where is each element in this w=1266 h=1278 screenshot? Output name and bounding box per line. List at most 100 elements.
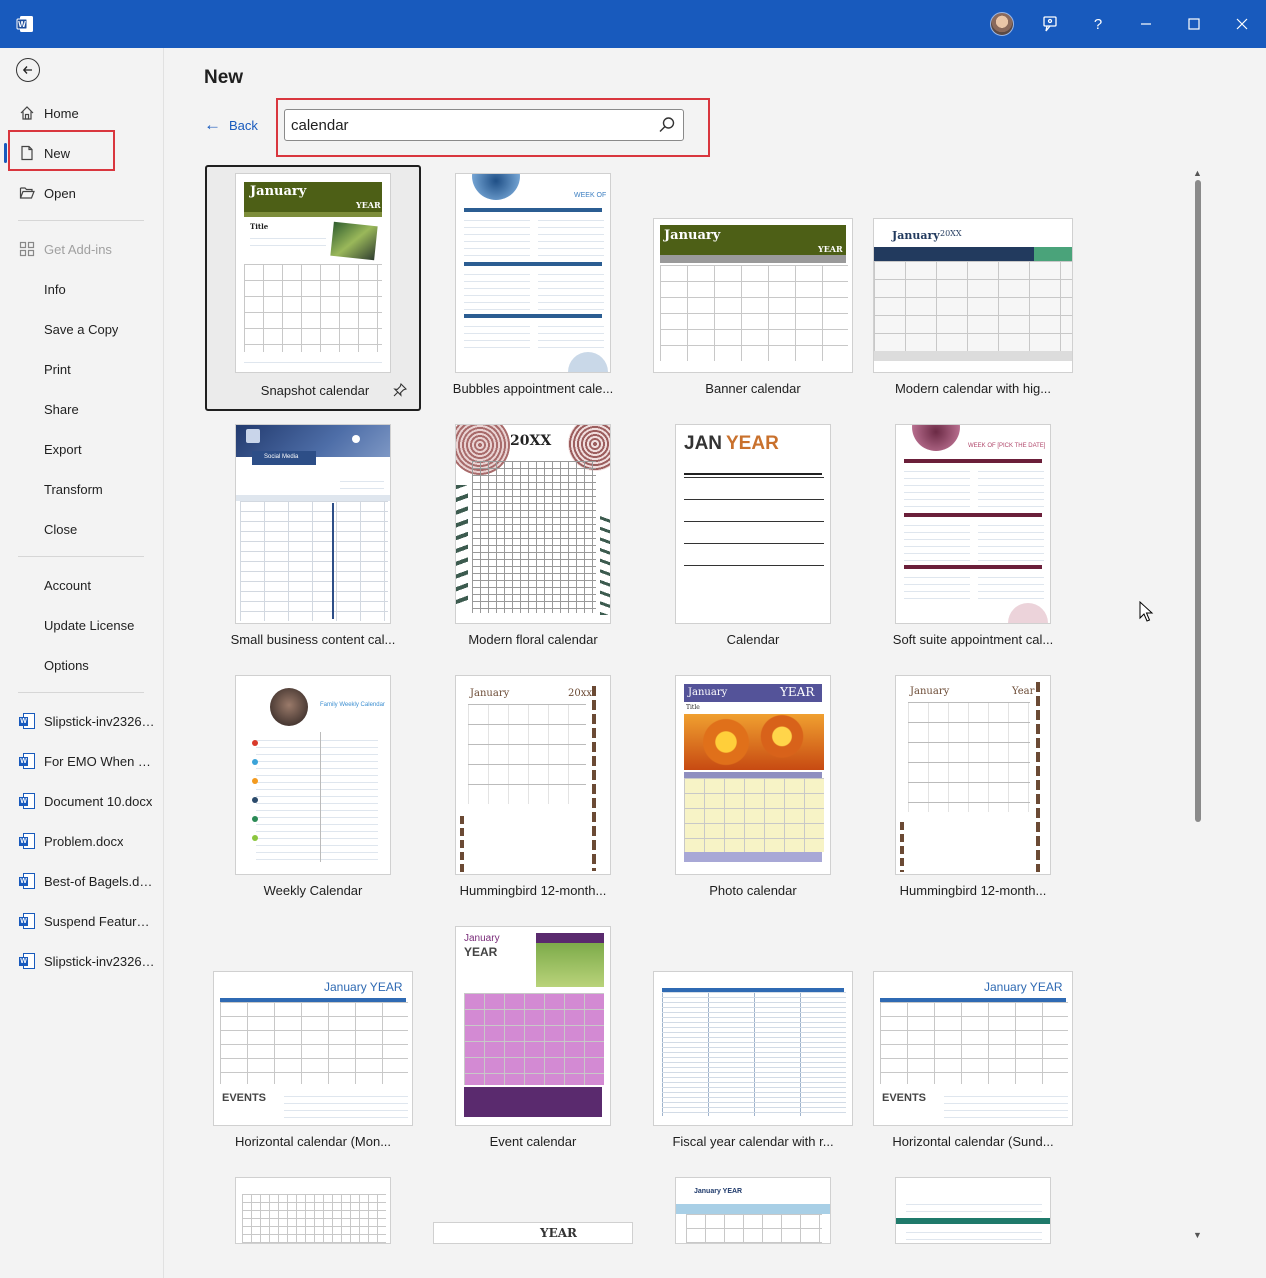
template-tile[interactable]: Social Media Small business content cal.… (205, 416, 421, 662)
recent-document-item[interactable]: W Best-of Bagels.docx (0, 861, 163, 901)
template-tile[interactable]: January 20xx Hummingbird 12-month... (425, 667, 641, 913)
sidebar-item-print[interactable]: Print (0, 349, 163, 389)
template-tile[interactable]: January YEAR EVENTS Horizontal calendar … (865, 918, 1081, 1164)
template-thumbnail[interactable]: January YEAR (675, 1177, 831, 1244)
template-tile[interactable]: WEEK OF Bubbles appointment cale... (425, 165, 641, 411)
template-thumbnail: January Year (895, 675, 1051, 875)
page-title: New (204, 67, 244, 88)
template-tile[interactable]: January YEAR Banner calendar (645, 165, 861, 411)
template-thumbnail: January 20XX (873, 218, 1073, 373)
template-tile[interactable]: January YEAR EVENTS Horizontal calendar … (205, 918, 421, 1164)
template-search-box[interactable] (284, 109, 684, 141)
word-document-icon: W (18, 872, 36, 890)
sidebar-item-home[interactable]: Home (0, 93, 163, 133)
sidebar-item-update-license[interactable]: Update License (0, 605, 163, 645)
maximize-icon[interactable] (1182, 12, 1206, 36)
template-thumbnail: Family Weekly Calendar (235, 675, 391, 875)
template-name: Fiscal year calendar with r... (672, 1134, 834, 1149)
template-thumbnail (653, 971, 853, 1126)
template-name: Event calendar (489, 1134, 577, 1149)
template-tile[interactable]: JAN YEAR Calendar (645, 416, 861, 662)
template-tile[interactable]: Fiscal year calendar with r... (645, 918, 861, 1164)
sidebar-item-info[interactable]: Info (0, 269, 163, 309)
sidebar-item-open[interactable]: Open (0, 173, 163, 213)
template-name: Calendar (726, 632, 780, 647)
template-tile[interactable]: WEEK OF [PICK THE DATE] Soft suite appoi… (865, 416, 1081, 662)
template-thumbnail: January YEAR Title (675, 675, 831, 875)
template-tile[interactable]: Family Weekly Calendar Weekly Calendar (205, 667, 421, 913)
recent-document-item[interactable]: W Slipstick-inv23266-... (0, 701, 163, 741)
close-icon[interactable] (1230, 12, 1254, 36)
template-tile[interactable]: January Year Hummingbird 12-month... (865, 667, 1081, 913)
new-highlight-box (8, 130, 115, 171)
template-thumbnail: WEEK OF (455, 173, 611, 373)
sidebar-item-account[interactable]: Account (0, 565, 163, 605)
feedback-icon[interactable] (1038, 12, 1062, 36)
template-name: Horizontal calendar (Mon... (234, 1134, 392, 1149)
template-thumbnail: JAN YEAR (675, 424, 831, 624)
search-icon[interactable] (657, 115, 677, 135)
pin-icon[interactable] (393, 382, 409, 399)
back-arrow-icon[interactable] (16, 58, 40, 82)
scroll-down-icon[interactable]: ▼ (1193, 1230, 1202, 1240)
template-thumbnail: January YEAR Title (235, 173, 391, 373)
svg-text:W: W (18, 20, 26, 29)
template-tile[interactable]: January YEAR Title Photo calendar (645, 667, 861, 913)
template-name: Banner calendar (705, 381, 801, 396)
sidebar-item-get-add-ins[interactable]: Get Add-ins (0, 229, 163, 269)
template-tile[interactable]: January YEAR Title Snapshot calendar (205, 165, 421, 411)
back-link[interactable]: ← Back (204, 114, 258, 136)
back-arrow-icon: ← (204, 115, 221, 134)
template-name: Horizontal calendar (Sund... (892, 1134, 1054, 1149)
sidebar-divider (18, 556, 144, 557)
recent-document-item[interactable]: W Document 10.docx (0, 781, 163, 821)
template-name: Hummingbird 12-month... (899, 883, 1047, 898)
word-document-icon: W (18, 752, 36, 770)
word-document-icon: W (18, 952, 36, 970)
minimize-icon[interactable] (1134, 12, 1158, 36)
scroll-up-icon[interactable]: ▲ (1193, 168, 1202, 178)
recent-document-item[interactable]: W Suspend Feature G... (0, 901, 163, 941)
sidebar-item-options[interactable]: Options (0, 645, 163, 685)
recent-document-item[interactable]: W Problem.docx (0, 821, 163, 861)
sidebar-item-share[interactable]: Share (0, 389, 163, 429)
recent-document-item[interactable]: W Slipstick-inv23265-... (0, 941, 163, 981)
template-name: Snapshot calendar (260, 383, 370, 398)
template-name: Small business content cal... (230, 632, 396, 647)
title-bar: W ? (0, 0, 1266, 48)
template-thumbnail: January YEAR EVENTS (213, 971, 413, 1126)
sidebar-item-close[interactable]: Close (0, 509, 163, 549)
add-ins-icon (18, 240, 36, 258)
template-name: Hummingbird 12-month... (459, 883, 607, 898)
template-name: Bubbles appointment cale... (452, 381, 614, 396)
template-thumbnail[interactable] (235, 1177, 391, 1244)
template-name: Photo calendar (709, 883, 797, 898)
help-icon[interactable]: ? (1086, 12, 1110, 36)
mouse-cursor-icon (1139, 600, 1155, 623)
recent-document-item[interactable]: W For EMO When will... (0, 741, 163, 781)
template-tile[interactable]: January YEAR Event calendar (425, 918, 641, 1164)
template-thumbnail: January 20xx (455, 675, 611, 875)
sidebar-item-export[interactable]: Export (0, 429, 163, 469)
selection-indicator (4, 143, 7, 163)
template-thumbnail[interactable] (895, 1177, 1051, 1244)
template-name: Soft suite appointment cal... (892, 632, 1054, 647)
template-thumbnail: January YEAR EVENTS (873, 971, 1073, 1126)
template-tile[interactable]: 20XX Modern floral calendar (425, 416, 641, 662)
scrollbar-thumb[interactable] (1195, 180, 1201, 822)
sidebar-item-save-a-copy[interactable]: Save a Copy (0, 309, 163, 349)
template-thumbnail[interactable]: YEAR (433, 1222, 633, 1244)
template-thumbnail: WEEK OF [PICK THE DATE] (895, 424, 1051, 624)
sidebar-divider (18, 220, 144, 221)
word-document-icon: W (18, 912, 36, 930)
template-name: Weekly Calendar (263, 883, 363, 898)
word-logo-icon: W (16, 15, 34, 33)
word-document-icon: W (18, 792, 36, 810)
template-thumbnail: 20XX (455, 424, 611, 624)
template-thumbnail: January YEAR (455, 926, 611, 1126)
sidebar-item-transform[interactable]: Transform (0, 469, 163, 509)
user-avatar[interactable] (990, 12, 1014, 36)
folder-open-icon (18, 184, 36, 202)
template-tile[interactable]: January 20XX Modern calendar with hig... (865, 165, 1081, 411)
template-search-input[interactable] (291, 114, 651, 136)
